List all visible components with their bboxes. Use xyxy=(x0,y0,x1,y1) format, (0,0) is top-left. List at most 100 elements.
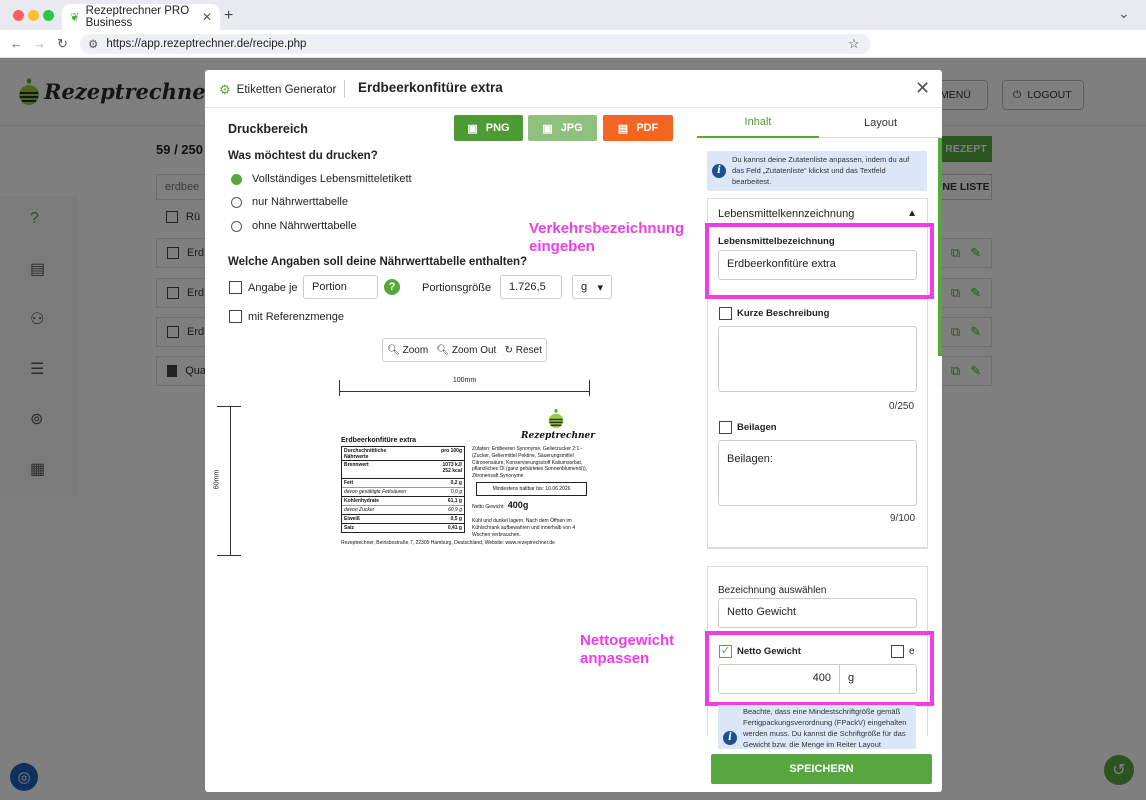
tab-search-icon[interactable]: ⌄ xyxy=(1118,5,1130,22)
bezeichnung-select[interactable]: Netto Gewicht xyxy=(718,598,917,628)
url-field[interactable]: ⚙ https://app.rezeptrechner.de/recipe.ph… xyxy=(80,34,870,54)
font-size-info-box: i Beachte, dass eine Mindestschriftgröße… xyxy=(718,705,916,749)
back-icon[interactable]: ← xyxy=(10,36,23,51)
panel-scrollbar[interactable] xyxy=(938,138,942,356)
beilagen-label: Beilagen xyxy=(737,422,777,433)
angabe-je-label: Angabe je xyxy=(248,281,298,294)
browser-tab[interactable]: ❦ Rezeptrechner PRO Business ✕ xyxy=(62,4,220,30)
info-icon: i xyxy=(712,164,726,178)
reset-label: Reset xyxy=(515,344,542,356)
preview-best-before: Mindestens haltbar bis: 10.06.2026 xyxy=(476,482,587,496)
unit-select[interactable]: g ▾ xyxy=(572,275,612,299)
zoom-toolbar: 🔍︎ Zoom 🔍︎ Zoom Out ↻ Reset xyxy=(382,338,547,362)
save-button[interactable]: SPEICHERN xyxy=(711,754,932,784)
net-weight-value: 400g xyxy=(507,500,529,510)
nutrient-name: Kohlenhydrate xyxy=(344,498,380,504)
forward-icon[interactable]: → xyxy=(33,36,46,51)
checkbox[interactable] xyxy=(719,421,732,434)
radio-full-label[interactable]: Vollständiges Lebensmitteletikett xyxy=(231,173,412,185)
nutrition-question: Welche Angaben soll deine Nährwerttabell… xyxy=(228,256,528,268)
height-ruler: 60mm xyxy=(213,406,241,556)
modal-title: Erdbeerkonfitüre extra xyxy=(358,80,503,95)
unit-value: g xyxy=(581,281,588,293)
radio-selected[interactable] xyxy=(231,173,242,185)
kurze-beschreibung-textarea[interactable] xyxy=(718,326,917,392)
zoom-in-button[interactable]: 🔍︎ Zoom xyxy=(387,345,428,356)
preview-storage: Kühl und dunkel lagern. Nach dem Öffnen … xyxy=(472,518,576,538)
apple-logo-icon xyxy=(548,408,564,429)
panel-tabs: Inhalt Layout xyxy=(697,108,942,138)
referenzmenge-checkbox[interactable]: mit Referenzmenge xyxy=(229,310,344,323)
maximize-window-button[interactable] xyxy=(43,10,54,21)
checkbox[interactable] xyxy=(229,310,242,323)
checkbox[interactable] xyxy=(719,307,732,320)
zoom-in-label: Zoom xyxy=(402,344,429,356)
print-area-heading: Druckbereich xyxy=(228,122,308,136)
nutrient-value: 0,5 g xyxy=(450,516,462,522)
portion-size-input[interactable]: 1.726,5 xyxy=(500,275,562,299)
preview-logo-text: Rezeptrechner xyxy=(521,431,595,441)
radio-button[interactable] xyxy=(231,196,242,208)
zoom-out-label: Zoom Out xyxy=(451,344,497,356)
width-ruler: 100mm xyxy=(339,377,590,396)
close-tab-icon[interactable]: ✕ xyxy=(202,10,212,24)
zoom-out-button[interactable]: 🔍︎ Zoom Out xyxy=(436,345,496,356)
portion-input[interactable]: Portion xyxy=(303,275,378,299)
nutrition-header-right: pro 100g xyxy=(441,448,462,454)
annotation-verkehrsbezeichnung: Verkehrsbezeichnung eingeben xyxy=(529,220,685,255)
nutrient-name: davon gesättigte Fettsäuren xyxy=(344,489,406,495)
browser-tab-title: Rezeptrechner PRO Business xyxy=(85,5,190,29)
radio-without-nutrition[interactable]: ohne Nährwerttabelle xyxy=(231,220,357,232)
referenzmenge-label: mit Referenzmenge xyxy=(248,310,344,323)
beilagen-counter: 9/100 xyxy=(890,513,916,524)
close-icon[interactable]: ✕ xyxy=(915,78,930,99)
radio-nutrition-only[interactable]: nur Nährwerttabelle xyxy=(231,196,348,208)
angabe-je-checkbox[interactable]: Angabe je xyxy=(229,281,298,294)
nutrient-value: 1073 kJ/ 252 kcal xyxy=(442,462,462,474)
preview-net-weight: Netto Gewicht: 400g xyxy=(472,500,528,510)
beilagen-checkbox[interactable]: Beilagen xyxy=(719,421,777,434)
nutrition-row: Fett 0,2 g xyxy=(342,479,464,488)
download-pdf-button[interactable]: ▤ PDF xyxy=(603,115,673,141)
reload-icon[interactable]: ↻ xyxy=(57,36,68,52)
kurze-beschreibung-checkbox[interactable]: Kurze Beschreibung xyxy=(719,307,829,320)
tab-layout[interactable]: Layout xyxy=(819,108,942,138)
net-weight-label: Netto Gewicht: xyxy=(472,504,505,510)
preview-product-name: Erdbeerkonfitüre extra xyxy=(341,437,417,444)
checkbox[interactable] xyxy=(229,281,242,294)
minimize-window-button[interactable] xyxy=(28,10,39,21)
reset-button[interactable]: ↻ Reset xyxy=(505,345,542,356)
nutrient-name: Fett xyxy=(344,480,354,486)
close-window-button[interactable] xyxy=(13,10,24,21)
generator-breadcrumb: ⚙ Etiketten Generator xyxy=(219,82,336,98)
download-png-button[interactable]: ▣ PNG xyxy=(454,115,523,141)
image-icon: ▣ xyxy=(467,122,478,135)
header-divider xyxy=(344,80,345,98)
bookmark-star-icon[interactable]: ☆ xyxy=(848,36,860,52)
pdf-label: PDF xyxy=(636,122,659,134)
info-box: i Du kannst deine Zutatenliste anpassen,… xyxy=(707,151,927,191)
nutrition-row: Kohlenhydrate 61,1 g xyxy=(342,497,464,506)
jpg-label: JPG xyxy=(560,122,583,134)
radio-label: Vollständiges Lebensmitteletikett xyxy=(252,173,412,185)
info-text: Du kannst deine Zutatenliste anpassen, i… xyxy=(732,155,910,186)
preview-address: Rezeptrechner, Beirisbostraße 7, 22305 H… xyxy=(341,540,555,546)
nutrient-name: davon Zucker xyxy=(344,507,375,513)
nutrition-row: Eiweiß 0,5 g xyxy=(342,515,464,524)
tab-inhalt[interactable]: Inhalt xyxy=(697,108,819,138)
generator-label: Etiketten Generator xyxy=(236,84,337,96)
nutrient-value: 0,0 g xyxy=(450,489,462,495)
nutrition-table: Durchschnittliche Nährwerte pro 100g Bren… xyxy=(341,446,465,533)
nutrient-name: Eiweiß xyxy=(344,516,360,522)
url-text: https://app.rezeptrechner.de/recipe.php xyxy=(106,38,307,50)
radio-button[interactable] xyxy=(231,220,242,232)
beilagen-textarea[interactable]: Beilagen: xyxy=(718,440,917,506)
nutrition-row: davon Zucker 60,9 g xyxy=(342,506,464,515)
divider xyxy=(707,548,928,549)
new-tab-button[interactable]: + xyxy=(224,7,233,25)
preview-ingredients: Zutaten: Erdbeeren Synonyme, Gelierzucke… xyxy=(472,446,588,479)
download-jpg-button[interactable]: ▣ JPG xyxy=(528,115,597,141)
help-icon[interactable]: ? xyxy=(384,279,400,295)
site-info-icon[interactable]: ⚙ xyxy=(88,37,98,51)
height-label: 60mm xyxy=(213,469,221,490)
